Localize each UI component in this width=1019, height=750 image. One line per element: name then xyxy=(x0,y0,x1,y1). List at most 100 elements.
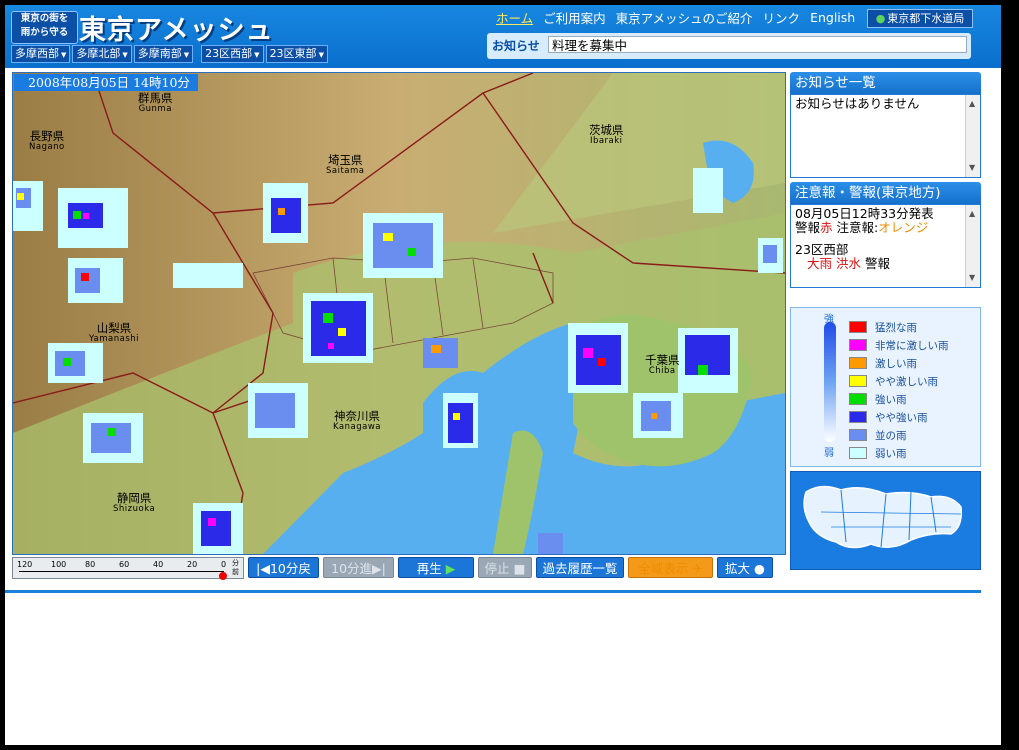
area-tab-label: 多摩北部 xyxy=(76,47,121,60)
caret-down-icon: ▼ xyxy=(318,51,324,59)
logo-tagline[interactable]: 東京の街を 雨から守る xyxy=(11,11,78,44)
back-10min-button[interactable]: |◀10分戻 xyxy=(248,557,319,578)
zoom-label: 拡大 xyxy=(725,561,751,576)
pref-label-nagano: 長野県 Nagano xyxy=(29,129,65,153)
timeline-handle[interactable] xyxy=(219,572,227,580)
time-slider[interactable]: 120 100 80 60 40 20 0 分 前 xyxy=(12,557,244,580)
legend-swatch xyxy=(849,375,867,387)
area-tab-23ku-west[interactable]: 23区西部 ▼ xyxy=(201,45,264,63)
advisory-word: 注意報 xyxy=(836,220,875,235)
notices-scrollbar[interactable]: ▲ ▼ xyxy=(965,95,980,177)
warnings-issued: 08月05日12時33分発表 xyxy=(795,206,934,221)
sewer-bureau-link[interactable]: ● 東京都下水道局 xyxy=(867,9,973,28)
pref-ja: 群馬県 xyxy=(138,91,173,105)
legend-label: 猛烈な雨 xyxy=(875,321,917,334)
pref-en: Gunma xyxy=(138,104,172,114)
warning-word: 警報 xyxy=(795,220,821,235)
nav-home[interactable]: ホーム xyxy=(496,8,533,27)
area-tab-label: 多摩南部 xyxy=(137,47,182,60)
airplane-icon: ✈ xyxy=(692,561,703,576)
legend-swatch xyxy=(849,447,867,459)
site-title[interactable]: 東京アメッシュ xyxy=(79,8,274,47)
pref-label-yamanashi: 山梨県 Yamanashi xyxy=(89,322,139,345)
legend-item: 猛烈な雨 xyxy=(849,320,917,334)
legend-label: 強い雨 xyxy=(875,393,907,406)
legend-strong-label: 強 xyxy=(824,314,834,325)
legend-item: やや強い雨 xyxy=(849,410,928,424)
legend-item: 弱い雨 xyxy=(849,446,907,460)
forward-10min-button[interactable]: 10分進▶| xyxy=(323,557,394,578)
notices-body: お知らせはありません xyxy=(795,96,920,111)
pref-label-saitama: 埼玉県 Saitama xyxy=(326,153,365,177)
history-list-button[interactable]: 過去履歴一覧 xyxy=(536,557,624,578)
warnings-panel: 08月05日12時33分発表 警報赤 注意報:オレンジ 23区西部 大雨 洪水 … xyxy=(790,204,981,288)
play-button[interactable]: 再生 ▶ xyxy=(398,557,474,578)
warnings-color-legend: 警報赤 注意報:オレンジ xyxy=(795,220,929,235)
full-view-label: 全域表示 xyxy=(638,561,689,576)
timeline-tick-label: 60 xyxy=(119,560,130,569)
pref-ja: 長野県 xyxy=(29,129,65,143)
legend-label: やや激しい雨 xyxy=(875,375,938,388)
notice-ticker[interactable]: 料理を募集中 xyxy=(548,36,967,53)
timeline-tick-label: 40 xyxy=(153,560,164,569)
timeline-tick-label: 20 xyxy=(187,560,198,569)
warning-heavy-rain: 大雨 xyxy=(807,256,833,271)
area-tab-tama-north[interactable]: 多摩北部 ▼ xyxy=(72,45,132,63)
sewer-bureau-label: 東京都下水道局 xyxy=(887,12,965,25)
legend-item: 激しい雨 xyxy=(849,356,917,370)
pref-ja: 茨城県 xyxy=(589,123,624,137)
tokyo-outline xyxy=(803,485,963,549)
timeline-tick-label: 0 xyxy=(221,560,227,569)
tokyo-minimap[interactable] xyxy=(790,471,981,570)
zoom-button[interactable]: 拡大 ● xyxy=(717,557,773,578)
area-tab-label: 23区西部 xyxy=(205,47,253,60)
nav-english[interactable]: English xyxy=(810,10,855,25)
full-view-button[interactable]: 全域表示 ✈ xyxy=(628,557,713,578)
skip-back-icon: |◀ xyxy=(256,561,270,576)
play-label: 再生 xyxy=(416,561,442,576)
warning-area: 23区西部 xyxy=(795,242,849,257)
map-canvas xyxy=(13,73,785,554)
legend-item: 並の雨 xyxy=(849,428,907,442)
logo-tagline-line2: 雨から守る xyxy=(20,27,69,38)
rain-radar-map[interactable]: 2008年08月05日 14時10分 群馬県 Gunma 長野県 Nagano 茨城… xyxy=(12,72,786,555)
pref-en: Ibaraki xyxy=(589,136,623,146)
area-tab-tama-south[interactable]: 多摩南部 ▼ xyxy=(133,45,194,63)
notice-bar: お知らせ 料理を募集中 xyxy=(487,33,971,59)
pref-label-shizuoka: 静岡県 Shizuoka xyxy=(113,492,155,515)
forward-10min-label: 10分進 xyxy=(331,561,373,576)
header: 東京の街を 雨から守る 東京アメッシュ 多摩西部 ▼ 多摩北部 ▼ 多摩南部 ▼ 23… xyxy=(5,5,1001,68)
page: 東京の街を 雨から守る 東京アメッシュ 多摩西部 ▼ 多摩北部 ▼ 多摩南部 ▼ 23… xyxy=(5,5,1001,745)
legend-label: やや強い雨 xyxy=(875,411,928,424)
legend-label: 非常に激しい雨 xyxy=(875,339,949,352)
back-10min-label: 10分戻 xyxy=(269,561,311,576)
pref-label-ibaraki: 茨城県 Ibaraki xyxy=(589,123,624,147)
stop-button[interactable]: 停止 ■ xyxy=(478,557,532,578)
nav-links[interactable]: リンク xyxy=(763,8,801,27)
pref-ja: 埼玉県 xyxy=(328,153,363,167)
warning-color-word: 赤 xyxy=(820,220,833,235)
warnings-scrollbar[interactable]: ▲ ▼ xyxy=(965,205,980,287)
zoom-dot-icon: ● xyxy=(754,561,765,576)
timeline-tick-label: 120 xyxy=(17,560,33,569)
timeline-tick-label: 100 xyxy=(51,560,67,569)
pref-ja: 千葉県 xyxy=(645,353,680,367)
legend-item: 非常に激しい雨 xyxy=(849,338,949,352)
skip-forward-icon: ▶| xyxy=(372,561,386,576)
pref-en: Yamanashi xyxy=(89,334,139,344)
timeline-unit: 前 xyxy=(232,568,239,576)
caret-down-icon: ▼ xyxy=(254,51,260,59)
legend-item: やや激しい雨 xyxy=(849,374,938,388)
warnings-panel-title: 注意報・警報(東京地方) xyxy=(790,182,981,204)
legend-swatch xyxy=(849,321,867,333)
advisory-color-word: オレンジ xyxy=(878,220,929,235)
nav-introduction[interactable]: 東京アメッシュのご紹介 xyxy=(616,8,753,27)
pref-en: Nagano xyxy=(29,142,65,152)
area-tab-tama-west[interactable]: 多摩西部 ▼ xyxy=(11,45,71,63)
nav-usage-guide[interactable]: ご利用案内 xyxy=(543,8,606,27)
legend-swatch xyxy=(849,429,867,441)
map-timestamp: 2008年08月05日 14時10分 xyxy=(14,74,198,91)
legend-swatch xyxy=(849,339,867,351)
caret-down-icon: ▼ xyxy=(61,51,67,59)
area-tab-23ku-east[interactable]: 23区東部 ▼ xyxy=(265,45,328,63)
